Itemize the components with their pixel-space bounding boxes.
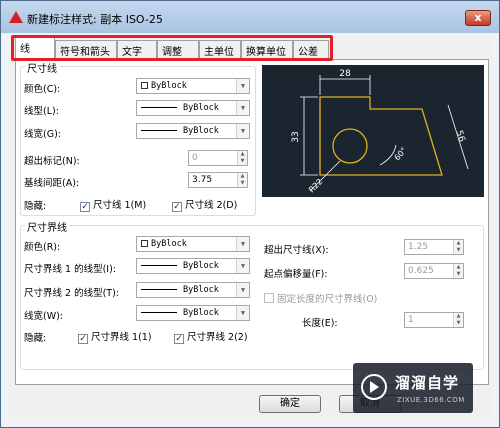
chevron-down-icon[interactable]: ▼ — [236, 237, 249, 251]
dimline-lineweight-select[interactable]: ByBlock ▼ — [136, 123, 250, 139]
extline1-linetype-label: 尺寸界线 1 的线型(I): — [24, 264, 116, 275]
spinner-arrows-icon[interactable]: ▲ ▼ — [237, 173, 247, 187]
line-sample — [141, 289, 177, 290]
fixed-length-label: 固定长度的尺寸界线(O) — [277, 294, 378, 305]
lines-tab-panel: 尺寸线 颜色(C): ByBlock ▼ 线型(L): ByBlock ▼ 线宽(G… — [15, 59, 489, 385]
dimline-linetype-label: 线型(L): — [24, 106, 59, 117]
watermark-text: 溜溜自学 — [395, 374, 460, 392]
chevron-down-icon[interactable]: ▼ — [236, 259, 249, 273]
extline1-linetype-value: ByBlock — [183, 261, 219, 271]
dimline-lineweight-value: ByBlock — [183, 126, 219, 136]
watermark: 溜溜自学 ZIXUE.3D66.COM — [353, 363, 473, 413]
fixed-length-value-label: 长度(E): — [302, 318, 338, 329]
origin-offset-spinner[interactable]: 0.625 ▲ ▼ — [404, 263, 464, 279]
fixed-length-spinner[interactable]: 1 ▲ ▼ — [404, 312, 464, 328]
dimline-color-select[interactable]: ByBlock ▼ — [136, 78, 250, 94]
extline-lineweight-value: ByBlock — [183, 308, 219, 318]
extend-ticks-label: 超出标记(N): — [24, 156, 80, 167]
suppress-extline-1-label: 尺寸界线 1(1) — [91, 332, 152, 343]
suppress-extline-1-checkbox[interactable]: ✓ 尺寸界线 1(1) — [78, 329, 152, 344]
extline1-linetype-select[interactable]: ByBlock ▼ — [136, 258, 250, 274]
extline2-linetype-label: 尺寸界线 2 的线型(T): — [24, 288, 120, 299]
extend-beyond-label: 超出尺寸线(X): — [264, 245, 329, 256]
extension-lines-group-label: 尺寸界线 — [25, 219, 69, 234]
checkbox-icon[interactable] — [264, 293, 274, 303]
tab-lines[interactable]: 线 — [15, 37, 55, 59]
window-title: 新建标注样式: 副本 ISO-25 — [27, 13, 163, 26]
fixed-length-value: 1 — [408, 315, 414, 325]
spinner-arrows-icon[interactable]: ▲ ▼ — [453, 240, 463, 254]
origin-offset-value: 0.625 — [408, 266, 434, 276]
extline2-linetype-value: ByBlock — [183, 285, 219, 295]
dimline-lineweight-label: 线宽(G): — [24, 129, 61, 140]
extline-suppress-label: 隐藏: — [24, 333, 47, 344]
extend-ticks-value: 0 — [192, 153, 198, 163]
tab-text[interactable]: 文字 — [117, 40, 157, 58]
spinner-arrows-icon[interactable]: ▲ ▼ — [453, 264, 463, 278]
part-hole — [332, 128, 368, 164]
chevron-down-icon[interactable]: ▼ — [236, 101, 249, 115]
chevron-down-icon[interactable]: ▼ — [236, 283, 249, 297]
watermark-url: ZIXUE.3D66.COM — [397, 396, 465, 404]
preview-drawing: 28 33 56 60° R22 — [291, 69, 469, 194]
dimline-linetype-select[interactable]: ByBlock ▼ — [136, 100, 250, 116]
origin-offset-label: 起点偏移量(F): — [264, 269, 328, 280]
fixed-length-checkbox[interactable]: 固定长度的尺寸界线(O) — [264, 291, 377, 305]
baseline-spacing-value: 3.75 — [192, 175, 213, 185]
tab-alternate-units[interactable]: 换算单位 — [241, 40, 293, 58]
spinner-arrows-icon[interactable]: ▲ ▼ — [237, 151, 247, 165]
chevron-down-icon[interactable]: ▼ — [236, 79, 249, 93]
extend-beyond-value: 1.25 — [408, 242, 429, 252]
tab-symbols-arrows[interactable]: 符号和箭头 — [55, 40, 117, 58]
baseline-spacing-label: 基线间距(A): — [24, 178, 80, 189]
suppress-dimline-2-label: 尺寸线 2(D) — [185, 200, 238, 211]
extend-beyond-spinner[interactable]: 1.25 ▲ ▼ — [404, 239, 464, 255]
extend-ticks-spinner[interactable]: 0 ▲ ▼ — [188, 150, 248, 166]
suppress-dimline-1-label: 尺寸线 1(M) — [93, 200, 147, 211]
preview-canvas: 28 33 56 60° R22 — [262, 65, 484, 197]
dimline-color-value: ByBlock — [151, 81, 187, 91]
part-outline — [319, 96, 443, 176]
dim-text-right: 56 — [453, 129, 466, 143]
tab-fit[interactable]: 调整 — [157, 40, 199, 58]
extline2-linetype-select[interactable]: ByBlock ▼ — [136, 282, 250, 298]
autocad-icon — [9, 11, 23, 23]
line-sample — [141, 130, 177, 131]
extline-lineweight-label: 线宽(W): — [24, 311, 64, 322]
title-bar[interactable]: 新建标注样式: 副本 ISO-25 x — [1, 1, 499, 33]
ok-button[interactable]: 确定 — [259, 395, 321, 413]
baseline-spacing-spinner[interactable]: 3.75 ▲ ▼ — [188, 172, 248, 188]
extline-color-label: 颜色(R): — [24, 242, 61, 253]
dim-text-left: 33 — [291, 131, 301, 142]
dim-text-top: 28 — [339, 69, 351, 79]
dimension-lines-group-label: 尺寸线 — [25, 60, 59, 75]
line-sample — [141, 312, 177, 313]
spinner-arrows-icon[interactable]: ▲ ▼ — [453, 313, 463, 327]
close-button[interactable]: x — [465, 10, 491, 26]
suppress-dimline-1-checkbox[interactable]: ✓ 尺寸线 1(M) — [80, 197, 146, 212]
extline-color-value: ByBlock — [151, 239, 187, 249]
tab-primary-units[interactable]: 主单位 — [199, 40, 241, 58]
checkmark-icon[interactable]: ✓ — [172, 202, 182, 212]
suppress-dimline-2-checkbox[interactable]: ✓ 尺寸线 2(D) — [172, 197, 237, 212]
checkmark-icon[interactable]: ✓ — [78, 334, 88, 344]
suppress-extline-2-label: 尺寸界线 2(2) — [187, 332, 248, 343]
checkmark-icon[interactable]: ✓ — [174, 334, 184, 344]
chevron-down-icon[interactable]: ▼ — [236, 124, 249, 138]
suppress-extline-2-checkbox[interactable]: ✓ 尺寸界线 2(2) — [174, 329, 248, 344]
dimline-suppress-label: 隐藏: — [24, 201, 47, 212]
line-sample — [141, 107, 177, 108]
line-sample — [141, 265, 177, 266]
checkmark-icon[interactable]: ✓ — [80, 202, 90, 212]
chevron-down-icon[interactable]: ▼ — [236, 306, 249, 320]
color-swatch — [141, 82, 148, 89]
play-icon — [370, 381, 379, 393]
extline-lineweight-select[interactable]: ByBlock ▼ — [136, 305, 250, 321]
dialog-window: 新建标注样式: 副本 ISO-25 x 线 符号和箭头 文字 调整 主单位 换算… — [0, 0, 500, 428]
color-swatch — [141, 240, 148, 247]
extline-color-select[interactable]: ByBlock ▼ — [136, 236, 250, 252]
dimline-color-label: 颜色(C): — [24, 84, 61, 95]
tab-tolerances[interactable]: 公差 — [293, 40, 329, 58]
dimline-linetype-value: ByBlock — [183, 103, 219, 113]
